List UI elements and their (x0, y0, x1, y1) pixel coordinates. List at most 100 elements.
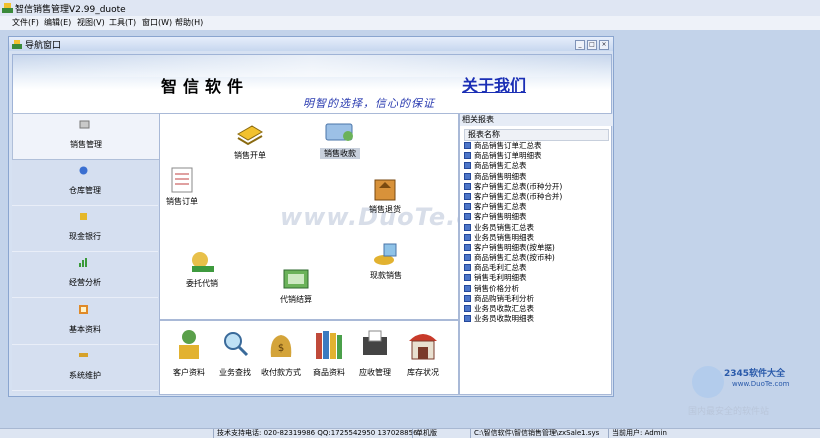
menu-edit[interactable]: 编辑(E) (42, 17, 73, 28)
sales-invoice-button[interactable]: 销售开单 (230, 120, 270, 161)
warehouse-icon (79, 166, 88, 175)
sales-return-icon (374, 179, 396, 201)
report-item[interactable]: 客户销售汇总表(币种合并) (464, 192, 562, 202)
report-icon (464, 182, 471, 190)
flow-item-label: 代销结算 (280, 295, 312, 304)
minimize-button[interactable]: _ (575, 40, 585, 50)
menu-window[interactable]: 窗口(W) (140, 17, 174, 28)
sales-flow-panel: www.DuoTe.com 销售开单 销售收款 销售订单 销售退货 委托代销 代… (159, 113, 459, 320)
report-item[interactable]: 商品购销毛利分析 (464, 294, 562, 304)
report-item[interactable]: 商品销售汇总表(按币种) (464, 253, 562, 263)
quick-item-label: 商品资料 (313, 368, 345, 377)
sales-order-button[interactable]: 销售订单 (162, 166, 202, 207)
report-label: 商品销售订单明细表 (474, 151, 542, 161)
report-icon (464, 233, 471, 241)
sidebar-item-cash-bank[interactable]: 现金银行 (12, 206, 158, 252)
related-reports-panel: 相关报表 报表名称 商品销售订单汇总表 商品销售订单明细表 商品销售汇总表 商品… (459, 113, 613, 395)
report-item[interactable]: 业务员收款明细表 (464, 314, 562, 324)
stock-button[interactable]: 库存状况 (400, 327, 446, 378)
sidebar-item-label: 销售管理 (70, 140, 102, 149)
report-item[interactable]: 客户销售明细表 (464, 212, 562, 222)
sidebar-item-sales[interactable]: 销售管理 (12, 113, 160, 160)
sidebar-item-label: 系统维护 (69, 371, 101, 380)
consign-settle-icon (283, 269, 309, 289)
report-icon (464, 284, 471, 292)
receivable-button[interactable]: 应收管理 (352, 327, 398, 378)
report-icon (464, 315, 471, 323)
search-button[interactable]: 业务查找 (212, 327, 258, 378)
restore-button[interactable]: □ (587, 40, 597, 50)
customer-button[interactable]: 客户资料 (166, 327, 212, 378)
reports-title: 相关报表 (460, 114, 613, 126)
sidebar-item-analysis[interactable]: 经营分析 (12, 252, 158, 298)
report-icon (464, 264, 471, 272)
stock-icon (409, 334, 437, 360)
app-title: 智信销售管理V2.99_duote (15, 5, 126, 15)
consignment-icon (192, 252, 214, 272)
basic-data-icon (79, 305, 88, 314)
report-item[interactable]: 客户销售汇总表(币种分开) (464, 182, 562, 192)
reports-list: 商品销售订单汇总表 商品销售订单明细表 商品销售汇总表 商品销售明细表 客户销售… (464, 141, 562, 324)
sales-icon (79, 120, 90, 129)
app-icon (2, 3, 13, 13)
menu-bar: 文件(F) 编辑(E) 视图(V) 工具(T) 窗口(W) 帮助(H) (0, 16, 820, 30)
consignment-button[interactable]: 委托代销 (182, 248, 222, 289)
report-label: 销售价格分析 (474, 283, 519, 293)
report-icon (464, 274, 471, 282)
report-item[interactable]: 客户销售明细表(按单据) (464, 243, 562, 253)
menu-tools[interactable]: 工具(T) (107, 17, 138, 28)
report-label: 销售毛利明细表 (474, 273, 527, 283)
quick-access-bar: 客户资料 业务查找 $ 收付款方式 商品资料 应收管理 库存状况 (159, 320, 459, 395)
sidebar-item-warehouse[interactable]: 仓库管理 (12, 160, 158, 206)
sales-return-button[interactable]: 销售退货 (365, 174, 405, 215)
report-item[interactable]: 商品销售汇总表 (464, 161, 562, 171)
report-label: 客户销售汇总表(币种合并) (474, 191, 563, 201)
menu-help[interactable]: 帮助(H) (173, 17, 205, 28)
report-item[interactable]: 业务员销售汇总表 (464, 223, 562, 233)
report-item[interactable]: 商品销售订单汇总表 (464, 141, 562, 151)
reports-column-header[interactable]: 报表名称 (464, 129, 609, 141)
quick-item-label: 业务查找 (219, 368, 251, 377)
report-item[interactable]: 业务员收款汇总表 (464, 304, 562, 314)
goods-button[interactable]: 商品资料 (306, 327, 352, 378)
report-item[interactable]: 客户销售汇总表 (464, 202, 562, 212)
nav-window-title: 导航窗口 (25, 41, 62, 51)
sales-invoice-icon (237, 125, 263, 146)
report-item[interactable]: 商品毛利汇总表 (464, 263, 562, 273)
svg-text:$: $ (278, 343, 284, 354)
quick-item-label: 收付款方式 (261, 368, 301, 377)
sales-order-icon (171, 167, 193, 193)
report-icon (464, 203, 471, 211)
payment-method-button[interactable]: $ 收付款方式 (258, 327, 304, 378)
report-label: 商品销售明细表 (474, 171, 527, 181)
globe-icon (692, 366, 724, 398)
report-item[interactable]: 商品销售订单明细表 (464, 151, 562, 161)
sidebar-item-basic-data[interactable]: 基本资料 (12, 299, 158, 345)
flow-item-label: 现款销售 (370, 271, 402, 280)
navigation-window: 导航窗口 _ □ × 智信软件 关于我们 明智的选择，信心的保证 销售管理 仓库… (8, 36, 614, 397)
report-icon (464, 294, 471, 302)
sidebar-item-system[interactable]: 系统维护 (12, 345, 158, 391)
report-label: 商品购销毛利分析 (474, 293, 534, 303)
consign-settle-button[interactable]: 代销结算 (276, 264, 316, 305)
report-label: 业务员销售明细表 (474, 232, 534, 242)
watermark-url: www.DuoTe.com (732, 380, 790, 388)
sidebar: 销售管理 仓库管理 现金银行 经营分析 基本资料 系统维护 (12, 113, 160, 393)
report-item[interactable]: 商品销售明细表 (464, 172, 562, 182)
payment-method-icon: $ (270, 335, 292, 357)
cash-sale-button[interactable]: 现款销售 (366, 240, 406, 281)
sales-receipt-button[interactable]: 销售收款 (320, 118, 360, 159)
watermark-slogan: 国内最安全的软件站 (688, 407, 770, 417)
about-us-link[interactable]: 关于我们 (462, 72, 526, 96)
report-item[interactable]: 业务员销售明细表 (464, 233, 562, 243)
report-label: 业务员销售汇总表 (474, 222, 534, 232)
report-item[interactable]: 销售价格分析 (464, 284, 562, 294)
nav-window-titlebar: 导航窗口 _ □ × (9, 37, 613, 51)
menu-file[interactable]: 文件(F) (10, 17, 41, 28)
close-button[interactable]: × (599, 40, 609, 50)
flow-item-label: 销售开单 (234, 151, 266, 160)
quick-item-label: 应收管理 (359, 368, 391, 377)
report-label: 商品销售订单汇总表 (474, 141, 542, 150)
report-item[interactable]: 销售毛利明细表 (464, 273, 562, 283)
menu-view[interactable]: 视图(V) (75, 17, 107, 28)
